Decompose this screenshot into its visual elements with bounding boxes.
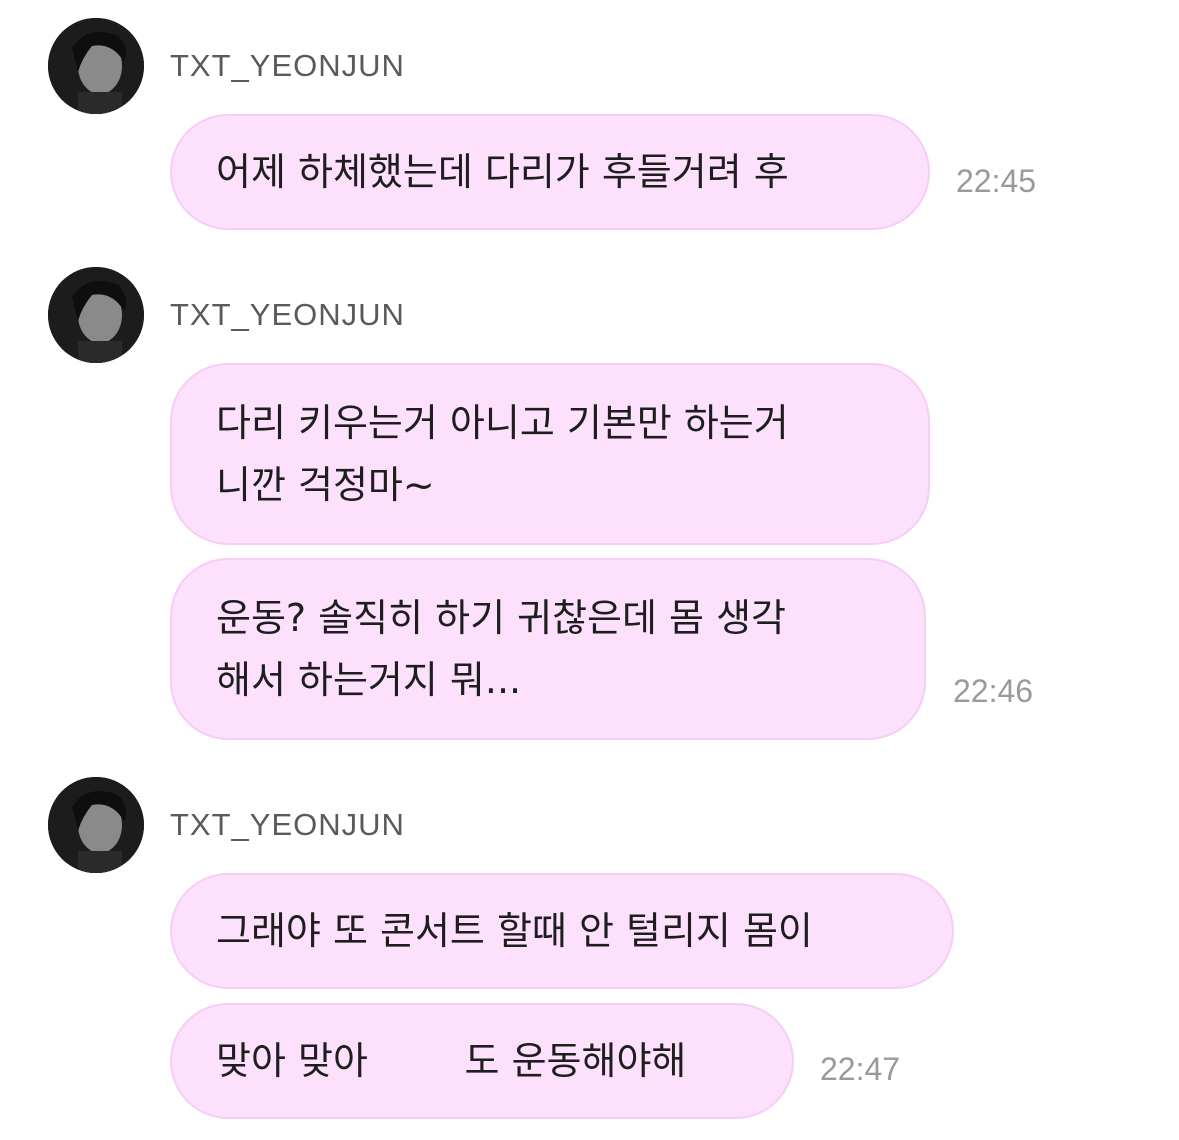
message-text: 운동? 솔직히 하기 귀찮은데 몸 생각 해서 하는거지 뭐... <box>216 596 787 702</box>
avatar[interactable] <box>48 777 144 873</box>
message-bubble[interactable]: 다리 키우는거 아니고 기본만 하는거 니깐 걱정마~ <box>170 363 930 545</box>
message-timestamp: 22:46 <box>953 673 1034 709</box>
sender-name: TXT_YEONJUN <box>170 807 405 842</box>
message-timestamp: 22:45 <box>956 163 1037 199</box>
profile-photo-icon <box>48 18 144 114</box>
message-text: 어제 하체했는데 다리가 후들거려 후 <box>216 150 789 194</box>
avatar[interactable] <box>48 18 144 114</box>
message-bubble[interactable]: 어제 하체했는데 다리가 후들거려 후 <box>170 114 930 230</box>
message-bubble[interactable]: 그래야 또 콘서트 할때 안 털리지 몸이 <box>170 873 954 989</box>
chat-thread: TXT_YEONJUN 어제 하체했는데 다리가 후들거려 후 22:45 TX… <box>0 0 1179 1140</box>
profile-photo-icon <box>48 267 144 363</box>
message-text: 맞아 맞아 도 운동해야해 <box>216 1039 687 1083</box>
message-bubble[interactable]: 운동? 솔직히 하기 귀찮은데 몸 생각 해서 하는거지 뭐... <box>170 558 926 740</box>
sender-name: TXT_YEONJUN <box>170 297 405 332</box>
sender-name: TXT_YEONJUN <box>170 48 405 83</box>
message-bubble[interactable]: 맞아 맞아 도 운동해야해 <box>170 1003 794 1119</box>
avatar[interactable] <box>48 267 144 363</box>
message-timestamp: 22:47 <box>820 1051 901 1087</box>
message-text: 다리 키우는거 아니고 기본만 하는거 니깐 걱정마~ <box>216 401 789 507</box>
message-text: 그래야 또 콘서트 할때 안 털리지 몸이 <box>216 909 813 953</box>
profile-photo-icon <box>48 777 144 873</box>
